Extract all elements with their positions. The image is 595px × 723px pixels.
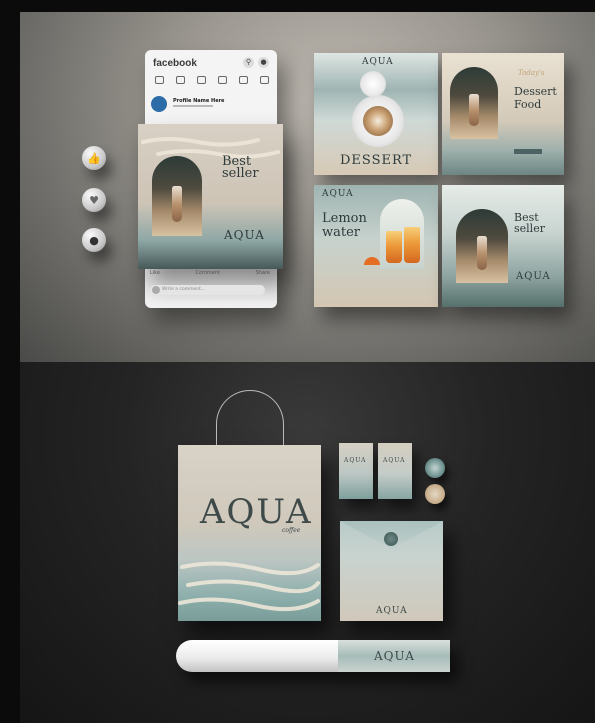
comment-input[interactable]: Write a comment... [150, 285, 265, 295]
card-title-line2: Food [514, 98, 542, 111]
orange-slice-image [364, 257, 380, 265]
friends-icon[interactable] [176, 76, 185, 84]
like-button[interactable]: Like [150, 270, 160, 276]
mockup-frame: 👍 ♥ ● facebook ⚲ ● Profile Name Here Bes… [0, 0, 595, 723]
sticker-teal [425, 458, 445, 478]
card-kicker: Today's [518, 69, 545, 77]
home-icon[interactable] [155, 76, 164, 84]
avatar[interactable] [151, 96, 167, 112]
card-title-line1: Dessert [514, 85, 557, 98]
milkshake-image [172, 185, 182, 222]
post-headline: Best seller [222, 154, 259, 181]
notification-icon[interactable] [239, 76, 248, 84]
facebook-header-icons: ⚲ ● [243, 57, 269, 68]
card-photo-arch [450, 67, 498, 139]
milkshake-image [476, 236, 488, 270]
roll-logo: AQUA [374, 649, 415, 663]
card-brand: AQUA [362, 57, 394, 67]
post-brand: AQUA [224, 228, 265, 242]
bag-logo-sub: coffee [282, 527, 301, 534]
envelope-logo: AQUA [376, 606, 408, 616]
wax-seal-icon [384, 532, 398, 546]
post-photo-arch [152, 156, 202, 236]
card-headline-line2: seller [514, 222, 545, 235]
bizcard-logo: AQUA [383, 457, 406, 464]
sticker-sand [425, 484, 445, 504]
wave-decoration [178, 561, 320, 612]
card-brand: AQUA [516, 271, 551, 282]
card-photo-arch [456, 209, 508, 283]
video-icon[interactable] [197, 76, 206, 84]
bizcard-logo: AQUA [344, 457, 367, 464]
coffee-cup-image [363, 106, 393, 136]
card-lemon-water: AQUA Lemon water [314, 185, 438, 307]
cta-bar [514, 149, 542, 154]
facebook-logo: facebook [153, 58, 197, 69]
share-button[interactable]: Share [256, 270, 270, 276]
comment-avatar [152, 286, 160, 294]
marketplace-icon[interactable] [218, 76, 227, 84]
business-card-back: AQUA [378, 443, 412, 499]
card-title-line2: water [322, 225, 361, 240]
heart-icon: ♥ [82, 188, 106, 212]
post-time-bar [173, 105, 213, 107]
facebook-post-image: Best seller AQUA [138, 124, 283, 269]
facebook-actions: Like Comment Share [150, 270, 270, 276]
dessert-image [469, 93, 479, 127]
lemon-glass-image [404, 227, 420, 263]
business-card-front: AQUA [339, 443, 373, 499]
facebook-nav-bar [155, 76, 269, 84]
card-title: DESSERT [340, 153, 413, 168]
profile-name[interactable]: Profile Name Here [173, 98, 224, 104]
bag-logo: AQUA [200, 492, 313, 532]
thumbs-up-icon: 👍 [82, 146, 106, 170]
card-brand: AQUA [322, 189, 354, 199]
comment-button[interactable]: Comment [196, 270, 221, 276]
card-best-seller: Best seller AQUA [442, 185, 564, 307]
wow-icon: ● [82, 228, 106, 252]
menu-icon[interactable] [260, 76, 269, 84]
card-dessert-food: Today's Dessert Food [442, 53, 564, 175]
card-dessert: AQUA DESSERT [314, 53, 438, 175]
messenger-icon[interactable]: ● [258, 57, 269, 68]
lemon-glass-image [386, 231, 402, 263]
card-title-line1: Lemon [322, 211, 367, 226]
search-icon[interactable]: ⚲ [243, 57, 254, 68]
second-cup-image [360, 71, 386, 97]
